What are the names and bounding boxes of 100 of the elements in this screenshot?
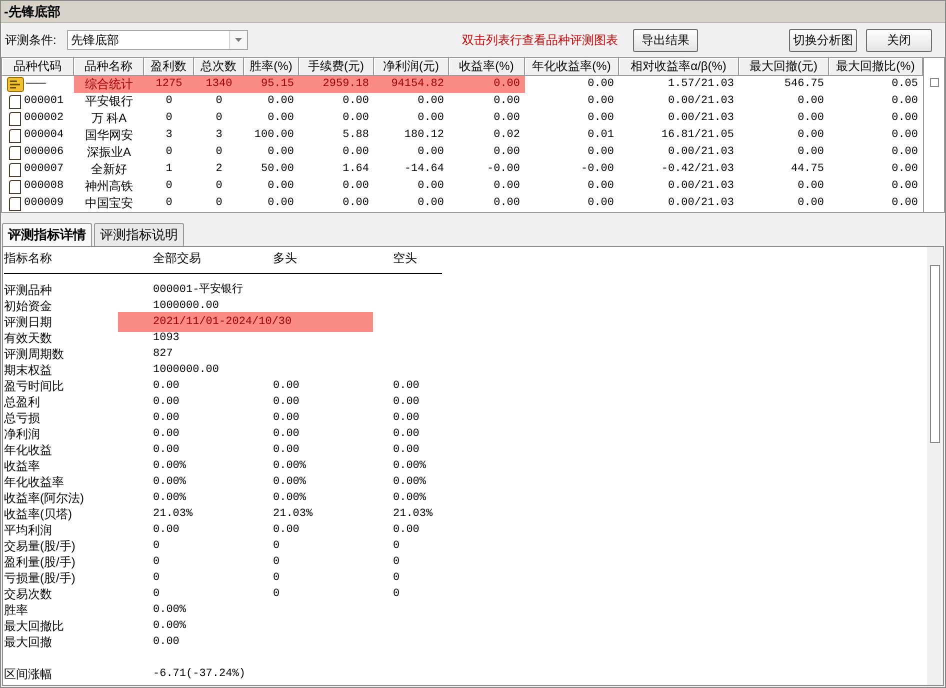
table-cell-text: 0.02	[492, 128, 521, 143]
table-cell-text: 0.00/21.03	[666, 179, 735, 194]
metric-value: 0	[393, 587, 401, 602]
metric-value: 2021/11/01-2024/10/30	[118, 312, 373, 332]
metric-name: 最大回撤比	[4, 618, 65, 634]
table-cell-text: 0.00	[586, 145, 615, 160]
scrollbar-thumb[interactable]	[930, 265, 940, 443]
metric-value: 000001-平安银行	[153, 282, 244, 298]
tab[interactable]: 评测指标说明	[94, 223, 184, 246]
table-cell-text: 深振业A	[86, 144, 132, 161]
table-cell-text: 0	[164, 179, 174, 194]
metric-value: 1000000.00	[153, 363, 220, 378]
table-cell-text: 000008	[24, 179, 64, 194]
table-cell-text: 0.00	[796, 196, 825, 211]
metric-name: 有效天数	[4, 330, 53, 346]
metric-name: 初始资金	[4, 298, 53, 314]
metric-name: 收益率(阿尔法)	[4, 490, 85, 506]
table-cell-text: 0.00	[492, 196, 521, 211]
metric-value: 0.00	[393, 523, 420, 538]
metric-value: 0	[273, 555, 281, 570]
hint-text: 双击列表行查看品种评测图表	[462, 32, 618, 48]
metric-value: 0.00%	[273, 459, 308, 474]
metric-value: 0	[273, 539, 281, 554]
table-cell: 95.15	[244, 76, 299, 93]
table-cell-text: 0.00	[586, 196, 615, 211]
page-icon	[9, 162, 21, 176]
column-header[interactable]: 最大回撤(元)	[739, 58, 829, 76]
metric-name: 总盈利	[4, 394, 41, 410]
page-icon	[9, 94, 21, 108]
condition-label: 评测条件:	[5, 32, 58, 48]
table-cell-text: 000006	[24, 145, 64, 160]
page-icon	[9, 196, 21, 210]
column-header[interactable]: 胜率(%)	[244, 58, 299, 76]
table-cell-text: 0.00/21.03	[666, 111, 735, 126]
table-cell-text: 0.00	[796, 179, 825, 194]
table-cell-text: 全新好	[90, 161, 128, 178]
table-cell-text: 0.00	[890, 111, 919, 126]
column-header[interactable]: 净利润(元)	[374, 58, 449, 76]
metric-name: 收益率(贝塔)	[4, 506, 73, 522]
page-icon	[9, 146, 21, 160]
metric-value: 0.00	[153, 411, 180, 426]
table-cell-text: 3	[164, 128, 174, 143]
column-header: 空头	[393, 250, 418, 266]
table-cell-text: 0.00	[342, 196, 370, 211]
column-header[interactable]: 品种代码	[2, 58, 74, 76]
metric-value: 0.00%	[153, 619, 188, 634]
metric-value: 0.00	[153, 443, 180, 458]
table-cell-text: 0	[214, 111, 224, 126]
table-cell-text: 0.00	[342, 179, 370, 194]
square-icon	[930, 78, 938, 87]
table-cell-text: 000009	[24, 196, 64, 211]
column-header[interactable]: 年化收益率(%)	[525, 58, 619, 76]
metric-name: 净利润	[4, 426, 41, 442]
table-cell-text: 0.00	[890, 128, 919, 143]
table-cell: 综合统计	[74, 76, 144, 93]
table-cell-text: 1.57/21.03	[666, 77, 735, 92]
metric-value: 0.00	[393, 427, 420, 442]
table-cell-text: 0	[214, 145, 224, 160]
column-header[interactable]: 相对收益率α/β(%)	[619, 58, 739, 76]
metric-name: 交易次数	[4, 586, 53, 602]
tab[interactable]: 评测指标详情	[2, 223, 92, 246]
table-cell-text: 1	[164, 162, 174, 177]
column-header[interactable]: 收益率(%)	[449, 58, 525, 76]
column-header[interactable]: 最大回撤比(%)	[829, 58, 923, 76]
metric-value: 0.00	[393, 443, 420, 458]
close-button[interactable]: 关闭	[866, 28, 932, 52]
table-cell-text: 546.75	[783, 77, 825, 92]
table-cell-text: 0.00	[890, 179, 919, 194]
metric-value: 21.03%	[153, 507, 194, 522]
table-cell-text: 0.00	[416, 111, 445, 126]
table-cell-text: 0.00	[416, 179, 445, 194]
page-icon	[9, 112, 21, 126]
table-cell-text: 国华网安	[84, 127, 134, 144]
table-cell-text: 0.00/21.03	[666, 94, 735, 109]
table-cell-text: 0.00	[266, 196, 295, 211]
metric-value: 0.00	[153, 395, 180, 410]
table-cell-text: 0.00	[586, 111, 615, 126]
metric-name: 评测品种	[4, 282, 53, 298]
export-button[interactable]: 导出结果	[633, 28, 698, 52]
table-cell-text: -0.00	[486, 162, 521, 177]
table-cell: 2959.18	[299, 76, 374, 93]
table-cell-text: 0.05	[890, 77, 919, 92]
metric-value: -6.71(-37.24%)	[153, 667, 246, 682]
table-cell-text: 0.00	[492, 111, 521, 126]
metric-value: 0.00%	[393, 491, 428, 506]
table-cell-text: 0	[164, 94, 174, 109]
switch-chart-button[interactable]: 切换分析图	[789, 28, 857, 52]
table-cell-text: 0.01	[586, 128, 615, 143]
metric-value: 1000000.00	[153, 299, 220, 314]
column-header[interactable]: 总次数	[194, 58, 244, 76]
table-cell-text: 0.00	[266, 179, 295, 194]
metric-value: 0.00	[273, 395, 300, 410]
column-header[interactable]: 手续费(元)	[299, 58, 374, 76]
metric-value: 0	[153, 571, 161, 586]
column-header[interactable]: 品种名称	[74, 58, 144, 76]
condition-dropdown[interactable]: 先锋底部	[67, 30, 248, 50]
table-cell-text: 0.00	[890, 196, 919, 211]
metric-value: 0.00%	[153, 475, 188, 490]
column-header[interactable]: 盈利数	[144, 58, 194, 76]
table-cell-text: 0.00	[416, 94, 445, 109]
